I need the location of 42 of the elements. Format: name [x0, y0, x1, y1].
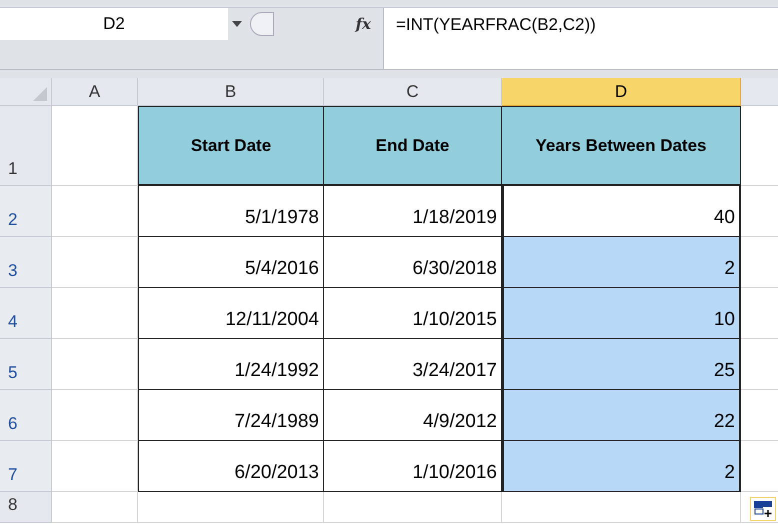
column-header[interactable]: D — [502, 78, 741, 106]
table-cell: 7/24/1989 — [138, 390, 324, 441]
row-header[interactable]: 1 — [0, 106, 52, 186]
table-cell: 1/24/1992 — [138, 339, 324, 390]
table-cell: 6/20/2013 — [138, 441, 324, 492]
table-cell: 22 — [502, 390, 741, 441]
select-all-corner[interactable] — [0, 78, 52, 106]
table-cell: 3/24/2017 — [324, 339, 502, 390]
dropdown-arrow-icon[interactable] — [232, 21, 242, 27]
row-header[interactable]: 6 — [0, 390, 52, 441]
table-cell: 5/4/2016 — [138, 237, 324, 288]
table-cell: 40 — [502, 186, 741, 237]
column-header[interactable]: C — [324, 78, 502, 106]
table-cell: 1/10/2016 — [324, 441, 502, 492]
column-header[interactable] — [741, 78, 778, 106]
row-header[interactable]: 7 — [0, 441, 52, 492]
paste-options-icon[interactable] — [750, 497, 776, 521]
formula-field[interactable]: =INT(YEARFRAC(B2,C2)) — [383, 8, 778, 69]
table-header-cell: End Date — [324, 106, 502, 186]
column-header[interactable]: A — [52, 78, 138, 106]
table-cell: 5/1/1978 — [138, 186, 324, 237]
column-header[interactable]: B — [138, 78, 324, 106]
table-header-cell: Years Between Dates — [502, 106, 741, 186]
table-cell: 10 — [502, 288, 741, 339]
table-cell: 25 — [502, 339, 741, 390]
name-box[interactable]: D2 — [0, 8, 228, 40]
row-header[interactable]: 3 — [0, 237, 52, 288]
function-button[interactable]: fx — [356, 12, 371, 36]
table-cell: 2 — [502, 237, 741, 288]
table-cell: 6/30/2018 — [324, 237, 502, 288]
splitter-handle[interactable] — [250, 12, 274, 36]
table-cell: 1/18/2019 — [324, 186, 502, 237]
row-header[interactable]: 4 — [0, 288, 52, 339]
table-cell: 12/11/2004 — [138, 288, 324, 339]
table-cell: 2 — [502, 441, 741, 492]
corner-triangle-icon — [33, 87, 47, 101]
row-header[interactable]: 2 — [0, 186, 52, 237]
table-cell: 4/9/2012 — [324, 390, 502, 441]
table-cell: 1/10/2015 — [324, 288, 502, 339]
row-header[interactable]: 5 — [0, 339, 52, 390]
row-header[interactable]: 8 — [0, 492, 52, 522]
table-header-cell: Start Date — [138, 106, 324, 186]
